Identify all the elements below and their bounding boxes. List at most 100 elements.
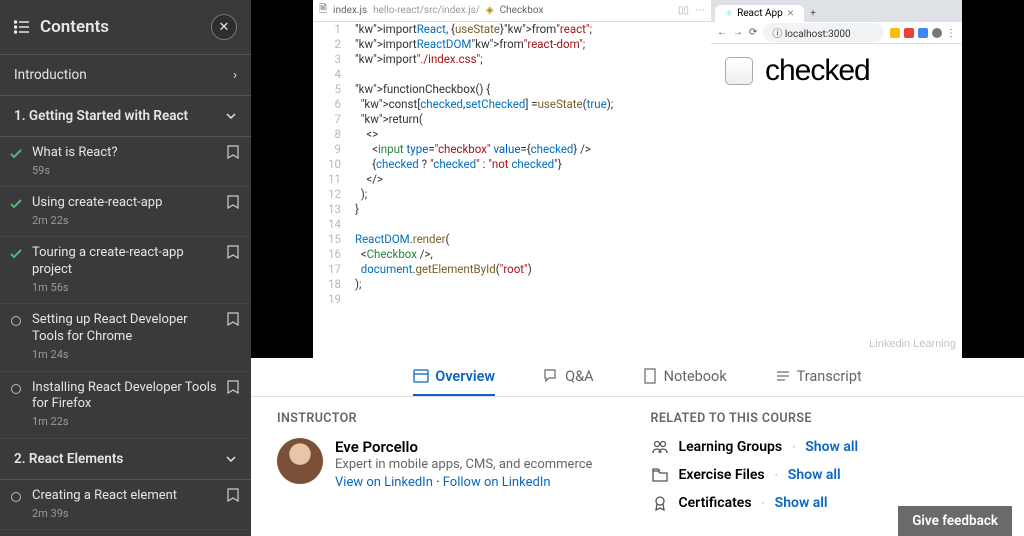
nav-back-icon[interactable]: ← [717, 27, 727, 38]
ext-icon[interactable] [932, 28, 942, 38]
watermark: Linkedin Learning [869, 338, 956, 350]
list-icon [14, 19, 30, 35]
follow-linkedin-link[interactable]: Follow on LinkedIn [443, 475, 551, 490]
chevron-right-icon: › [233, 68, 237, 83]
code-line: 8 <> [313, 127, 711, 142]
section-label: 2. React Elements [14, 451, 123, 467]
lesson-duration: 1m 22s [32, 415, 221, 429]
bookmark-icon[interactable] [227, 488, 239, 502]
close-sidebar-button[interactable]: ✕ [211, 14, 237, 40]
tab-overview[interactable]: Overview [413, 358, 495, 396]
overview-icon [413, 368, 429, 384]
code-line: 10 {checked ? "checked" : "not checked"} [313, 157, 711, 172]
reload-icon[interactable]: ⟳ [749, 27, 757, 38]
section-label: 1. Getting Started with React [14, 108, 188, 124]
view-linkedin-link[interactable]: View on LinkedIn [335, 475, 433, 490]
lesson-item[interactable]: Touring a create-react-app project 1m 56s [0, 237, 251, 304]
bookmark-icon[interactable] [227, 145, 239, 159]
chevron-down-icon [225, 110, 237, 122]
split-icon[interactable]: ▯▯ [678, 5, 689, 16]
transcript-icon [775, 368, 791, 384]
related-label: Certificates [679, 495, 752, 511]
file-icon: 🗎 [319, 2, 327, 19]
tab-qa[interactable]: Q&A [543, 358, 593, 396]
lesson-duration: 1m 56s [32, 281, 221, 295]
code-line: 17 document.getElementById("root") [313, 262, 711, 277]
tab-label: Transcript [797, 368, 862, 385]
checkbox-input[interactable] [725, 57, 753, 85]
bookmark-icon[interactable] [227, 312, 239, 326]
react-icon: ⚛ [725, 9, 733, 19]
section-1-header[interactable]: 1. Getting Started with React [0, 96, 251, 137]
lesson-item[interactable]: Setting up React Developer Tools for Chr… [0, 304, 251, 371]
related-item: Exercise Files·Show all [651, 466, 999, 484]
lesson-item[interactable]: Using create-react-app 2m 22s [0, 187, 251, 237]
code-line: 16 <Checkbox />, [313, 247, 711, 262]
lesson-item[interactable]: Rendering multiple React elements57s [0, 530, 251, 536]
browser-page: checked [711, 44, 962, 98]
lesson-title: Creating a React element [32, 488, 221, 505]
tab-transcript[interactable]: Transcript [775, 358, 862, 396]
code-line: 19 [313, 292, 711, 307]
instructor-avatar[interactable] [277, 438, 323, 484]
code-line: 18); [313, 277, 711, 292]
section-2-header[interactable]: 2. React Elements [0, 439, 251, 480]
ext-icon[interactable] [918, 28, 928, 38]
lesson-duration: 2m 22s [32, 214, 221, 228]
lesson-status-icon [8, 196, 24, 212]
filename: index.js [333, 5, 367, 16]
lesson-item[interactable]: What is React?59s [0, 137, 251, 187]
code-line: 13} [313, 202, 711, 217]
lesson-item[interactable]: Installing React Developer Tools for Fir… [0, 372, 251, 439]
nav-fwd-icon[interactable]: → [733, 27, 743, 38]
code-line: 12 ); [313, 187, 711, 202]
section-introduction[interactable]: Introduction › [0, 55, 251, 96]
breadcrumb: hello-react/src/index.js/ [373, 5, 480, 16]
code-line: 11 </> [313, 172, 711, 187]
tab-notebook[interactable]: Notebook [642, 358, 727, 396]
video-player[interactable]: 🗎 index.js hello-react/src/index.js/ ◈ C… [251, 0, 1024, 358]
code-line: 7 "kw">return ( [313, 112, 711, 127]
url-field[interactable]: ⓘ localhost:3000 [763, 23, 884, 42]
section-heading: RELATED TO THIS COURSE [651, 411, 999, 426]
tab-label: Q&A [565, 368, 593, 385]
cert-icon [651, 494, 669, 512]
bookmark-icon[interactable] [227, 245, 239, 259]
lesson-duration: 1m 24s [32, 348, 221, 362]
notebook-icon [642, 368, 658, 384]
code-body: 1"kw">import React, { useState } "kw">fr… [313, 22, 711, 307]
code-line: 6 "kw">const [checked, setChecked] = use… [313, 97, 711, 112]
url-text: localhost:3000 [785, 29, 851, 40]
give-feedback-button[interactable]: Give feedback [898, 506, 1012, 536]
code-line: 15ReactDOM.render( [313, 232, 711, 247]
browser-tabs: ⚛ React App ✕ + [711, 0, 962, 22]
browser-tab[interactable]: ⚛ React App ✕ [715, 5, 804, 22]
show-all-link[interactable]: Show all [788, 467, 841, 483]
breadcrumb-item: Checkbox [500, 5, 544, 16]
bookmark-icon[interactable] [227, 195, 239, 209]
lesson-title: Using create-react-app [32, 195, 221, 212]
main-area: 🗎 index.js hello-react/src/index.js/ ◈ C… [251, 0, 1024, 536]
show-all-link[interactable]: Show all [775, 495, 828, 511]
related-label: Exercise Files [679, 467, 765, 483]
tab-title: React App [737, 8, 783, 19]
section-label: Introduction [14, 67, 87, 83]
code-editor-pane: 🗎 index.js hello-react/src/index.js/ ◈ C… [313, 0, 711, 358]
lesson-item[interactable]: Creating a React element2m 39s [0, 480, 251, 530]
close-tab-icon[interactable]: ✕ [787, 9, 795, 19]
show-all-link[interactable]: Show all [805, 439, 858, 455]
chevron-down-icon [225, 453, 237, 465]
new-tab-button[interactable]: + [804, 5, 822, 22]
menu-icon[interactable]: ⋮ [946, 28, 956, 38]
ext-icon[interactable] [904, 28, 914, 38]
code-line: 5"kw">function Checkbox() { [313, 82, 711, 97]
lesson-status-icon [8, 381, 24, 397]
files-icon [651, 466, 669, 484]
code-line: 4 [313, 67, 711, 82]
ext-icon[interactable] [890, 28, 900, 38]
cube-icon: ◈ [486, 5, 494, 16]
lesson-title: Touring a create-react-app project [32, 245, 221, 279]
more-icon[interactable]: ⋯ [695, 5, 705, 16]
bookmark-icon[interactable] [227, 380, 239, 394]
instructor-section: INSTRUCTOR Eve Porcello Expert in mobile… [277, 411, 625, 522]
